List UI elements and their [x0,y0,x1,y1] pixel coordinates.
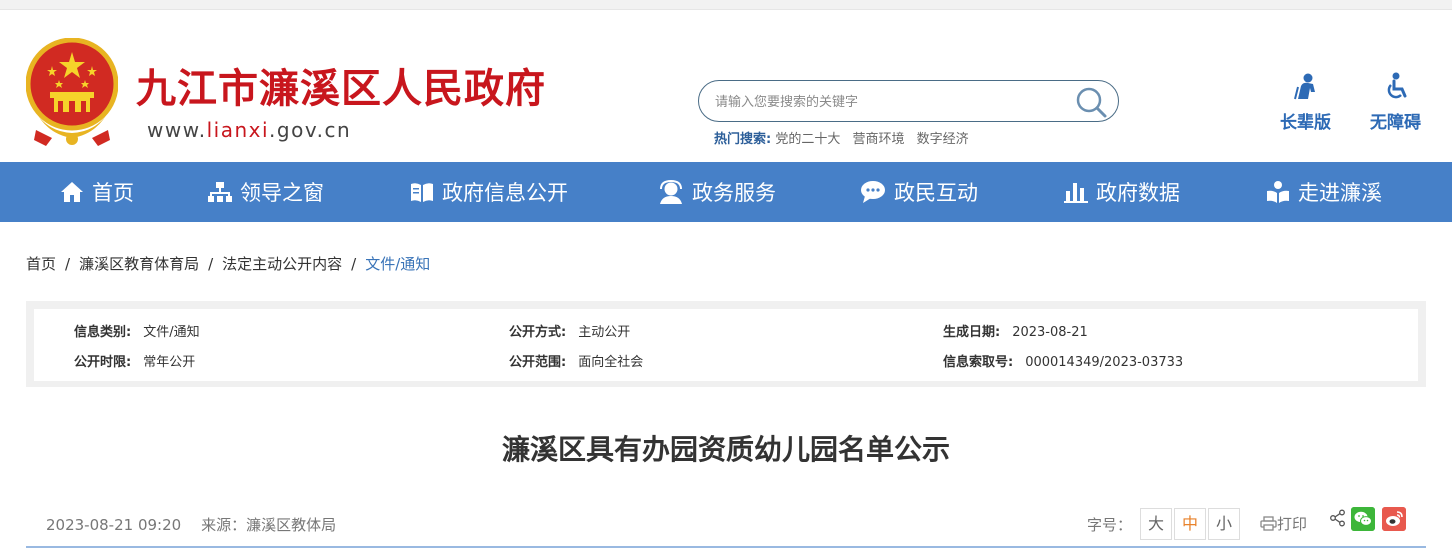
hot-search-term[interactable]: 营商环境 [853,132,905,147]
site-title: 九江市濂溪区人民政府 [136,66,546,112]
meta-category: 信息类别: 文件/通知 [74,321,200,340]
breadcrumb-current[interactable]: 文件/通知 [365,255,430,273]
hot-search-term[interactable]: 数字经济 [917,132,969,147]
search-input[interactable] [715,91,1075,113]
site-url-prefix: www. [147,118,207,142]
meta-value: 文件/通知 [143,325,200,340]
publish-datetime: 2023-08-21 09:20 [46,516,182,534]
nav-item-info-disclosure[interactable]: 政府信息公开 [410,162,568,222]
share-icon[interactable] [1329,509,1347,527]
meta-value: 常年公开 [143,355,196,370]
weibo-share-icon[interactable] [1382,507,1406,531]
nav-item-data[interactable]: 政府数据 [1064,162,1180,222]
bar-chart-icon [1064,183,1088,203]
info-meta-table: 信息类别: 文件/通知 公开方式: 主动公开 生成日期: 2023-08-21 公开时… [34,309,1418,381]
nav-item-label: 首页 [92,181,134,205]
breadcrumb-separator: / [208,255,214,273]
site-url-suffix: .gov.cn [269,118,352,142]
font-size-selector: 字号： 大 中 小 [1087,508,1241,540]
meta-date: 生成日期: 2023-08-21 [943,321,1088,340]
print-button[interactable]: 打印 [1260,513,1307,534]
search-icon[interactable] [1074,85,1108,119]
book-icon [411,183,433,202]
meta-key: 公开范围: [509,355,567,370]
reader-icon [1267,181,1289,203]
nav-item-home[interactable]: 首页 [60,162,134,222]
site-url-highlight: lianxi [206,118,270,142]
main-nav: 首页 领导之窗 政府信息公开 政务服务 政民互动 政府数据 走进濂溪 [0,162,1452,222]
print-label: 打印 [1277,515,1308,533]
divider [26,546,1426,548]
hot-search-term[interactable]: 党的二十大 [775,132,840,147]
font-size-label: 字号： [1087,515,1133,534]
meta-key: 信息索取号: [943,355,1014,370]
meta-value: 主动公开 [578,325,631,340]
national-emblem-icon [26,38,118,146]
accessibility-label: 无障碍 [1370,113,1421,133]
home-icon [61,182,83,202]
meta-scope: 公开范围: 面向全社会 [509,351,643,370]
nav-item-interaction[interactable]: 政民互动 [860,162,978,222]
breadcrumb-home[interactable]: 首页 [26,255,56,273]
article-title: 濂溪区具有办园资质幼儿园名单公示 [501,433,950,466]
nav-item-label: 政民互动 [894,181,978,205]
wheelchair-icon [1387,72,1406,99]
breadcrumb-separator: / [65,255,71,273]
nav-item-services[interactable]: 政务服务 [658,162,776,222]
meta-key: 生成日期: [943,325,1001,340]
nav-item-label: 领导之窗 [240,181,324,205]
nav-item-about[interactable]: 走进濂溪 [1266,162,1382,222]
font-size-large-button[interactable]: 大 [1140,508,1173,540]
site-url: www.lianxi.gov.cn [147,118,351,142]
elder-mode-label: 长辈版 [1280,113,1331,133]
font-size-small-button[interactable]: 小 [1208,508,1241,540]
info-meta-panel: 信息类别: 文件/通知 公开方式: 主动公开 生成日期: 2023-08-21 公开时… [26,301,1426,387]
search-box [698,80,1119,122]
elder-mode-button[interactable]: 长辈版 [1280,72,1331,133]
wechat-share-icon[interactable] [1351,507,1375,531]
meta-value: 面向全社会 [578,355,644,370]
service-person-icon [660,180,682,204]
breadcrumb-section[interactable]: 法定主动公开内容 [222,255,342,273]
article-info: 2023-08-21 09:20 来源：濂溪区教体局 [46,514,336,535]
elder-icon [1293,73,1315,100]
meta-key: 公开时限: [74,355,132,370]
nav-item-label: 走进濂溪 [1298,181,1382,205]
printer-icon [1260,516,1277,531]
hot-searches: 热门搜索: 党的二十大 营商环境 数字经济 [714,128,977,147]
meta-value: 000014349/2023-03733 [1025,355,1184,370]
org-chart-icon [208,182,232,202]
nav-item-label: 政府数据 [1096,181,1180,205]
font-size-medium-button[interactable]: 中 [1174,508,1207,540]
meta-key: 信息类别: [74,325,132,340]
accessibility-button[interactable]: 无障碍 [1370,72,1421,133]
meta-period: 公开时限: 常年公开 [74,351,195,370]
breadcrumb-separator: / [351,255,357,273]
breadcrumb-department[interactable]: 濂溪区教育体育局 [79,255,199,273]
nav-item-label: 政府信息公开 [442,181,568,205]
meta-index-number: 信息索取号: 000014349/2023-03733 [943,351,1183,370]
top-strip [0,0,1452,10]
hot-search-label: 热门搜索: [714,132,772,147]
meta-key: 公开方式: [509,325,567,340]
site-header: 九江市濂溪区人民政府 www.lianxi.gov.cn 热门搜索: 党的二十大… [0,10,1452,162]
meta-value: 2023-08-21 [1012,325,1088,340]
breadcrumb: 首页 / 濂溪区教育体育局 / 法定主动公开内容 / 文件/通知 [26,253,430,274]
article-source: 来源：濂溪区教体局 [201,516,337,534]
meta-method: 公开方式: 主动公开 [509,321,630,340]
nav-item-leaders[interactable]: 领导之窗 [208,162,324,222]
chat-icon [861,181,885,203]
nav-item-label: 政务服务 [692,181,776,205]
